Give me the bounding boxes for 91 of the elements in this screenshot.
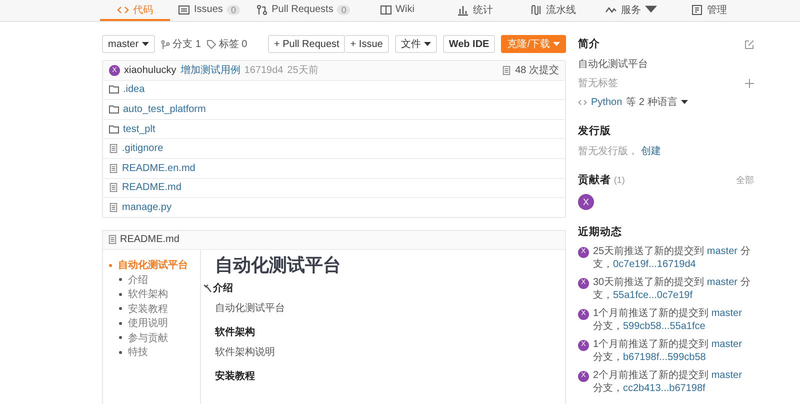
section-text: 自动化测试平台 [215, 302, 286, 316]
commit-range-link[interactable]: cc2b413...b67198f [623, 382, 706, 394]
commit-range-link[interactable]: 599cb58...55a1fce [623, 320, 706, 332]
file-link[interactable]: .gitignore [122, 143, 164, 154]
file-menu-button[interactable]: 文件 [394, 35, 437, 53]
branch-link[interactable]: master [706, 246, 738, 257]
section-title: 贡献者 (1) [578, 173, 625, 188]
nav-tab[interactable]: 统计 [436, 0, 514, 21]
toc-link[interactable]: 使用说明 [109, 316, 200, 330]
count-badge: 0 [337, 4, 350, 14]
create-link[interactable]: 创建 [640, 146, 661, 157]
section-title: 发行版 [578, 124, 611, 139]
code-icon [117, 4, 129, 16]
file-icon [109, 144, 118, 154]
file-link[interactable]: test_plt [123, 124, 156, 135]
file-link[interactable]: .idea [123, 84, 145, 96]
language-more[interactable]: 等 2 种语言 [626, 95, 678, 109]
section-text: 软件架构说明 [215, 346, 276, 360]
nav-tab[interactable]: 管理 [670, 0, 748, 21]
bar-chart-icon [457, 4, 469, 16]
file-icon [108, 235, 117, 244]
issue-button[interactable]: + Issue [345, 35, 389, 53]
section-heading: 软件架构 [215, 326, 255, 340]
edit-icon[interactable] [745, 40, 754, 48]
code-icon [578, 98, 587, 106]
branch-link[interactable]: master [706, 277, 738, 288]
folder-icon [109, 124, 119, 134]
commit-message[interactable]: 增加测试用例 [180, 63, 240, 78]
nav-tab[interactable]: Wiki [358, 0, 436, 21]
book-icon [380, 4, 392, 16]
nav-tab[interactable]: Issues 0 [170, 0, 248, 21]
language-link[interactable]: Python [591, 96, 622, 108]
file-link[interactable]: auto_test_platform [123, 104, 206, 115]
commit-range-link[interactable]: 0c7e19f...16719d4 [613, 258, 696, 270]
tags-link[interactable]: 标签 0 [206, 37, 248, 51]
contributor-avatar[interactable]: X [578, 194, 594, 210]
branches-link[interactable]: 分支 1 [160, 37, 201, 51]
branch-link[interactable]: master [711, 308, 742, 319]
nav-tab[interactable]: 流水线 [514, 0, 592, 21]
readme-filename: README.md [120, 234, 180, 246]
file-link[interactable]: README.en.md [122, 162, 196, 174]
tag-icon [206, 40, 216, 48]
nav-tab[interactable]: Pull Requests 0 [248, 0, 358, 21]
file-icon [502, 66, 512, 75]
all-link[interactable]: 全部 [736, 172, 754, 188]
tags-empty-text: 暂无标签 [578, 76, 618, 90]
caret-icon [424, 42, 431, 46]
branch-icon [160, 40, 170, 48]
file-icon [109, 202, 118, 212]
section-title: 简介 [578, 37, 600, 52]
activity-text: 1个月前推送了新的提交到 master 分支，599cb58...55a1fce [593, 308, 743, 333]
file-icon [109, 164, 118, 173]
nav-tab[interactable]: 服务 [592, 0, 670, 21]
activity-text: 2个月前推送了新的提交到 master 分支，cc2b413...b67198f [593, 370, 743, 395]
web-ide-button[interactable]: Web IDE [442, 35, 496, 53]
section-heading: 安装教程 [215, 370, 255, 384]
pull-request-icon [256, 4, 268, 16]
file-link[interactable]: README.md [122, 182, 182, 194]
section-heading: 介绍 [213, 282, 233, 296]
caret-icon [681, 100, 688, 104]
document-icon [691, 4, 703, 16]
pull-request-button[interactable]: + Pull Request [268, 35, 346, 53]
toc-link[interactable]: 安装教程 [109, 301, 200, 316]
caret-icon [553, 42, 560, 46]
commit-author[interactable]: xiaohulucky [124, 64, 176, 76]
toc-link[interactable]: 参与贡献 [109, 330, 200, 345]
branch-link[interactable]: master [711, 339, 742, 350]
commit-range-link[interactable]: 55a1fce...0c7e19f [613, 290, 693, 300]
section-title: 近期动态 [578, 225, 622, 240]
releases-empty-text: 暂无发行版， [578, 146, 638, 157]
commit-time: 25天前 [287, 64, 318, 78]
activity-text: 25天前推送了新的提交到 master 分支，0c7e19f...16719d4 [593, 246, 752, 271]
file-link[interactable]: manage.py [122, 202, 172, 213]
repo-description: 自动化测试平台 [578, 58, 649, 71]
toc-link[interactable]: 介绍 [109, 272, 200, 287]
branch-link[interactable]: master [711, 370, 742, 381]
pipeline-icon [530, 4, 542, 16]
commit-count[interactable]: 48 次提交 [515, 63, 559, 78]
list-icon [178, 4, 190, 16]
commit-range-link[interactable]: b67198f...599cb58 [623, 352, 706, 362]
activity-text: 1个月前推送了新的提交到 master 分支，b67198f...599cb58 [593, 339, 743, 364]
commit-hash: 16719d4 [244, 64, 284, 76]
toc-link[interactable]: 软件架构 [109, 286, 200, 302]
file-icon [109, 183, 118, 192]
readme-title: 自动化测试平台 [215, 254, 341, 276]
toc-link[interactable]: 特技 [109, 344, 200, 360]
plus-icon[interactable] [745, 78, 754, 88]
branch-dropdown[interactable]: master [102, 35, 155, 53]
count-badge: 0 [226, 4, 240, 14]
activity-text: 30天前推送了新的提交到 master 分支，55a1fce...0c7e19f [593, 277, 752, 302]
caret-icon [142, 42, 149, 46]
